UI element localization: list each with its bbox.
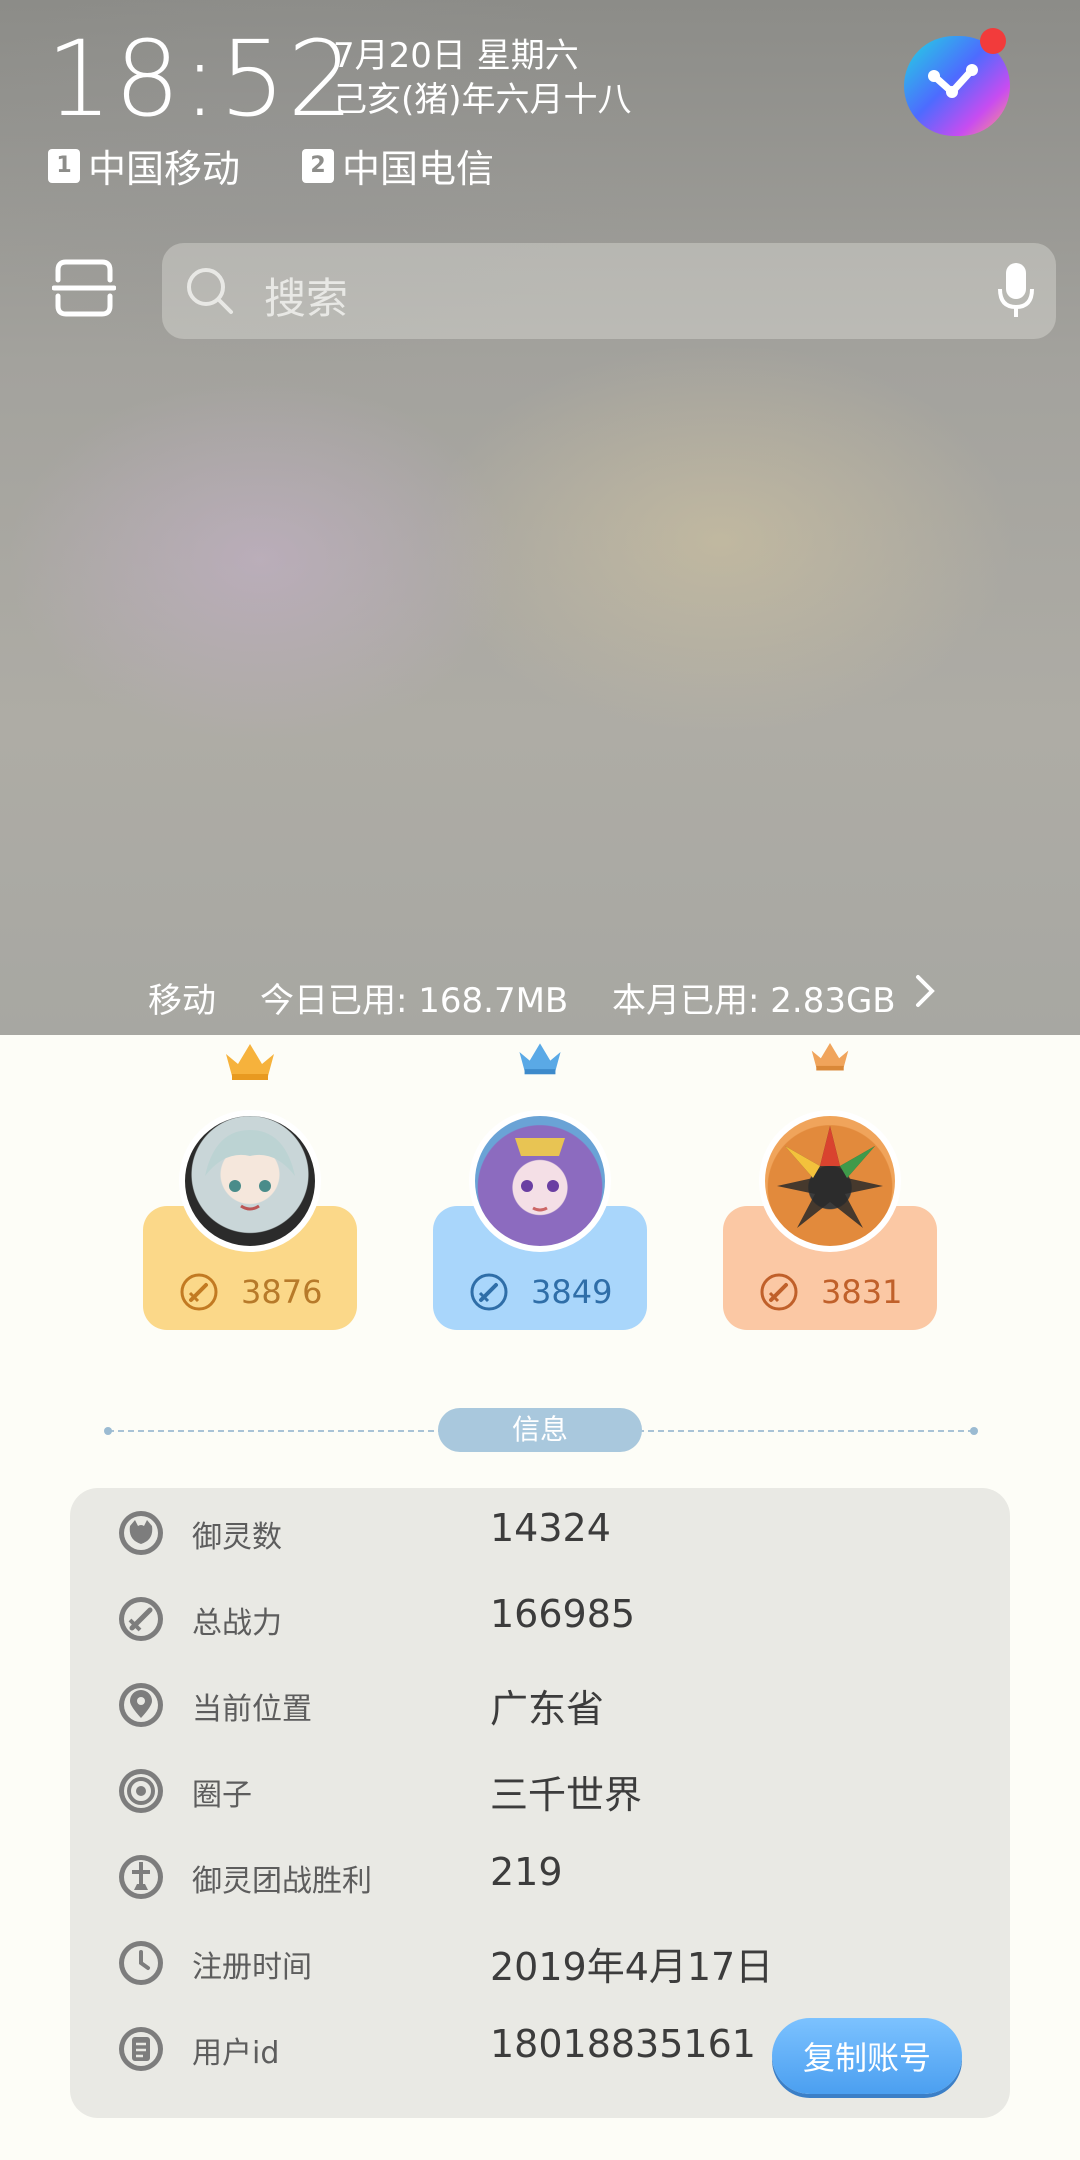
gold-crown-icon	[226, 1044, 274, 1080]
rank-card-1[interactable]: 3876	[143, 1040, 357, 1330]
sword-icon	[760, 1273, 798, 1311]
info-label: 总战力	[192, 1606, 282, 1641]
lockscreen-header: 18:52 7月20日 星期六 己亥(猪)年六月十八 1 中国移动 2 中国电信…	[0, 0, 1080, 1035]
info-value: 219	[490, 1850, 563, 1894]
usage-today: 今日已用: 168.7MB	[260, 981, 569, 1021]
assistant-app-icon[interactable]	[904, 28, 1010, 136]
copy-account-button[interactable]: 复制账号	[772, 2018, 962, 2094]
sim1-carrier-label: 中国移动	[88, 147, 241, 191]
info-value: 166985	[490, 1592, 636, 1636]
sim2-carrier: 2 中国电信	[302, 138, 494, 193]
lunar-date-text: 己亥(猪)年六月十八	[333, 80, 632, 120]
info-label: 注册时间	[192, 1950, 312, 1985]
info-value: 18018835161	[490, 2022, 756, 2066]
power-value: 3831	[821, 1273, 903, 1311]
info-label: 用户id	[192, 2036, 280, 2071]
info-label: 御灵数	[192, 1520, 282, 1555]
clock-time: 18:52	[46, 18, 356, 140]
avatar[interactable]	[759, 1110, 901, 1252]
info-section-title: 信息	[438, 1408, 642, 1452]
chevron-right-icon[interactable]	[914, 971, 938, 1020]
avatar[interactable]	[179, 1110, 321, 1252]
sim2-badge: 2	[302, 148, 334, 183]
bronze-crown-icon	[811, 1043, 849, 1071]
blue-crown-icon	[519, 1043, 561, 1075]
info-row-spirits: 御灵数 14324	[70, 1490, 1010, 1576]
id-card-icon	[119, 2027, 163, 2071]
sword-icon	[180, 1273, 218, 1311]
sim2-carrier-label: 中国电信	[342, 147, 495, 191]
power-value: 3876	[241, 1273, 323, 1311]
location-pin-icon	[119, 1683, 163, 1727]
rank-card-2[interactable]: 3849	[433, 1040, 647, 1330]
info-row-location: 当前位置 广东省	[70, 1662, 1010, 1748]
info-row-power: 总战力 166985	[70, 1576, 1010, 1662]
info-label: 圈子	[192, 1778, 252, 1813]
info-value: 三千世界	[490, 1773, 643, 1817]
power-value: 3849	[531, 1273, 613, 1311]
avatar[interactable]	[469, 1110, 611, 1252]
sword-icon	[470, 1273, 508, 1311]
date-text: 7月20日 星期六	[333, 36, 579, 76]
power-score: 3849	[469, 1272, 612, 1312]
info-panel: 御灵数 14324 总战力 166985 当前位置 广东省 圈子 三千世界 御灵…	[70, 1488, 1010, 2118]
info-value: 广东省	[490, 1687, 605, 1731]
trophy-icon	[119, 1855, 163, 1899]
info-label: 当前位置	[192, 1692, 312, 1727]
search-input[interactable]: 搜索	[264, 265, 348, 326]
sword-icon	[119, 1597, 163, 1641]
info-label: 御灵团战胜利	[192, 1864, 372, 1899]
info-value: 2019年4月17日	[490, 1945, 774, 1989]
spirit-icon	[119, 1511, 163, 1555]
search-icon	[187, 268, 233, 314]
notification-dot	[980, 28, 1006, 54]
info-row-circle: 圈子 三千世界	[70, 1748, 1010, 1834]
share-icon	[928, 64, 978, 98]
clock-icon	[119, 1941, 163, 1985]
scan-icon[interactable]	[51, 258, 117, 318]
search-bar[interactable]: 搜索	[162, 243, 1056, 339]
power-score: 3831	[759, 1272, 902, 1312]
usage-month: 本月已用: 2.83GB	[612, 981, 896, 1021]
info-row-register-time: 注册时间 2019年4月17日	[70, 1920, 1010, 2006]
power-score: 3876	[179, 1272, 322, 1312]
microphone-icon[interactable]	[996, 261, 1036, 321]
usage-carrier: 移动	[148, 981, 216, 1021]
circle-icon	[119, 1769, 163, 1813]
sim1-badge: 1	[48, 148, 80, 183]
info-row-team-wins: 御灵团战胜利 219	[70, 1834, 1010, 1920]
info-value: 14324	[490, 1506, 611, 1550]
rank-card-3[interactable]: 3831	[723, 1040, 937, 1330]
sim1-carrier: 1 中国移动	[48, 138, 240, 193]
